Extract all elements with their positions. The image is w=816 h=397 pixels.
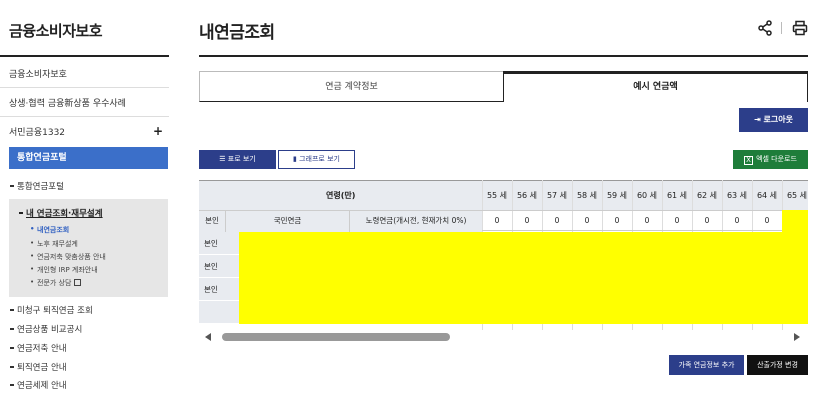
page-title: 내연금조회: [199, 23, 275, 43]
old-age-pension-cell: 노령연금(개시전, 현재가치 0%): [349, 211, 482, 232]
value-cell: 0: [494, 216, 500, 225]
scroll-right-arrow-icon[interactable]: [794, 333, 800, 341]
list-icon: ☰: [219, 155, 228, 163]
sidebar-portal-header[interactable]: 통합연금포털: [9, 147, 168, 169]
sidebar-title: 금융소비자보호: [9, 22, 103, 40]
expand-plus-icon[interactable]: +: [153, 124, 163, 138]
row-label-self: 본인: [199, 255, 239, 278]
sidebar-title-divider: [0, 55, 169, 57]
value-cell: 0: [674, 216, 680, 225]
graph-view-label: 그래프로 보기: [299, 155, 340, 163]
table-view-label: 표로 보기: [227, 155, 256, 163]
sidebar-sub-pension-inquiry[interactable]: 내연금조회: [30, 225, 69, 235]
sidebar-item-savings[interactable]: 연금저축 안내: [10, 342, 67, 354]
table-row: 본인 국민연금 노령연금(개시전, 현재가치 0%) 0 0 0 0 0 0 0…: [199, 210, 808, 232]
sidebar-divider: [0, 116, 169, 117]
sidebar-link-1332[interactable]: 서민금융1332: [9, 125, 65, 138]
change-assumption-button[interactable]: 산출가정 변경: [747, 355, 808, 375]
age-col: 59 세: [606, 191, 628, 200]
logout-button[interactable]: ⇥ 로그아웃: [739, 108, 808, 132]
sidebar-sub-retirement-planning[interactable]: 노후 재무설계: [30, 239, 78, 249]
value-cell: 0: [734, 216, 740, 225]
excel-download-button[interactable]: X 엑셀 다운로드: [733, 150, 808, 169]
value-cell: 0: [644, 216, 650, 225]
sidebar-item-compare[interactable]: 연금상품 비교공시: [9, 323, 82, 335]
sidebar-sub-expert-consult[interactable]: 전문가 상담: [30, 278, 82, 288]
age-col: 62 세: [696, 191, 718, 200]
age-col: 58 세: [576, 191, 598, 200]
share-icon[interactable]: [757, 20, 773, 36]
age-col: 64 세: [756, 191, 778, 200]
row-label-self: 본인: [199, 232, 239, 255]
sidebar-link-consumer-protection[interactable]: 금융소비자보호: [9, 67, 67, 80]
value-cell: 0: [704, 216, 710, 225]
add-family-button[interactable]: 가족 연금정보 추가: [669, 355, 744, 375]
value-cell: 0: [584, 216, 590, 225]
excel-label: 엑셀 다운로드: [756, 155, 797, 163]
scroll-left-arrow-icon[interactable]: [205, 333, 211, 341]
logout-icon: ⇥: [754, 115, 764, 124]
scrollbar-thumb[interactable]: [222, 333, 450, 341]
sidebar-sub-savings-products[interactable]: 연금저축 맞춤상품 안내: [30, 252, 106, 262]
row-label-self: 본인: [199, 211, 225, 232]
value-cell: 0: [524, 216, 530, 225]
age-col: 56 세: [516, 191, 538, 200]
age-col: 57 세: [546, 191, 568, 200]
excel-icon: X: [744, 156, 754, 165]
age-col: 55 세: [486, 191, 508, 200]
row-label-empty: [199, 301, 239, 324]
value-cell: 0: [764, 216, 770, 225]
header-divider: [199, 55, 808, 57]
sidebar-item-pension-portal[interactable]: 통합연금포털: [10, 180, 64, 192]
age-col: 61 세: [666, 191, 688, 200]
pension-table: 연령(만) 55 세 56 세 57 세 58 세 59 세 60 세 61 세…: [199, 180, 808, 330]
sidebar-divider: [0, 87, 169, 88]
age-header: 연령(만): [326, 191, 356, 200]
age-col: 60 세: [636, 191, 658, 200]
value-cell: 0: [554, 216, 560, 225]
graph-view-button[interactable]: ▮ 그래프로 보기: [278, 150, 355, 169]
sidebar-item-retirement[interactable]: 퇴직연금 안내: [10, 361, 67, 373]
age-col: 63 세: [726, 191, 748, 200]
logout-label: 로그아웃: [763, 115, 793, 124]
highlight-area: [782, 210, 808, 232]
sidebar-link-best-practices[interactable]: 상생·협력 금융新상품 우수사례: [9, 96, 126, 109]
sidebar-item-tax[interactable]: 연금세제 안내: [10, 379, 67, 391]
sidebar: 금융소비자보호 금융소비자보호 상생·협력 금융新상품 우수사례 서민금융133…: [0, 0, 170, 397]
tab-contract-info[interactable]: 연금 계약정보: [199, 71, 504, 102]
sidebar-sub-irp[interactable]: 개인형 IRP 계좌안내: [30, 265, 98, 275]
sidebar-item-my-pension[interactable]: 내 연금조회·재무설계: [19, 207, 103, 219]
sidebar-sub-expert-label: 전문가 상담: [37, 279, 72, 287]
external-link-icon: [74, 279, 82, 286]
tab-example-amount[interactable]: 예시 연금액: [503, 71, 808, 102]
highlight-area: [239, 232, 808, 324]
national-pension-cell: 국민연금: [225, 211, 349, 232]
value-cell: 0: [614, 216, 620, 225]
print-icon[interactable]: [792, 20, 808, 36]
table-view-button[interactable]: ☰ 표로 보기: [199, 150, 276, 169]
icon-divider: [781, 22, 782, 34]
row-label-self: 본인: [199, 278, 239, 301]
table-header: 연령(만) 55 세 56 세 57 세 58 세 59 세 60 세 61 세…: [199, 180, 808, 210]
sidebar-item-unclaimed[interactable]: 미청구 퇴직연금 조회: [10, 304, 93, 316]
age-col: 65 세: [786, 191, 808, 200]
